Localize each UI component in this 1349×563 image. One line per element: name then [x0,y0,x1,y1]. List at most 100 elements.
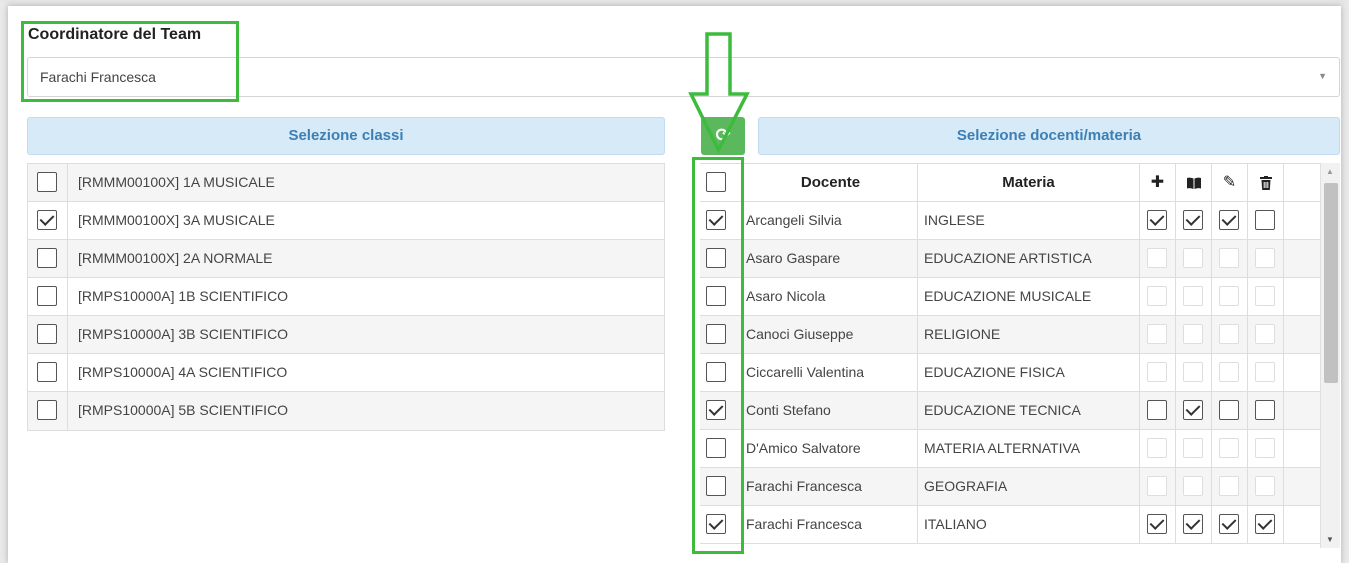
class-checkbox[interactable] [37,210,57,230]
column-header-docente[interactable]: Docente [744,164,918,201]
teacher-row[interactable]: Asaro Nicola EDUCAZIONE MUSICALE [700,278,1320,316]
teacher-select-cell [700,202,744,239]
perm-cell-read [1176,468,1212,505]
teacher-select-checkbox[interactable] [706,286,726,306]
perm-cell-edit [1212,468,1248,505]
refresh-button[interactable]: ⟳ [701,117,745,155]
perm-cell-delete [1248,202,1284,239]
teacher-row[interactable]: Canoci Giuseppe RELIGIONE [700,316,1320,354]
teacher-name: Conti Stefano [744,392,918,429]
perm-edit-checkbox[interactable] [1219,400,1239,420]
select-all-checkbox[interactable] [706,172,726,192]
class-row[interactable]: [RMMM00100X] 1A MUSICALE [28,164,664,202]
class-checkbox[interactable] [37,172,57,192]
class-checkbox[interactable] [37,248,57,268]
perm-cell-add [1140,506,1176,543]
teacher-subject: ITALIANO [918,506,1140,543]
scroll-down-icon[interactable]: ▼ [1326,535,1334,544]
perm-cell-edit [1212,316,1248,353]
class-checkbox-cell [28,164,68,201]
perm-add-checkbox [1147,324,1167,344]
teacher-subject: EDUCAZIONE FISICA [918,354,1140,391]
classes-header: Selezione classi [27,117,665,155]
class-checkbox[interactable] [37,324,57,344]
class-row[interactable]: [RMPS10000A] 5B SCIENTIFICO [28,392,664,430]
teacher-select-checkbox[interactable] [706,514,726,534]
perm-cell-delete [1248,506,1284,543]
perm-cell-edit [1212,278,1248,315]
perm-cell-edit [1212,392,1248,429]
teacher-select-checkbox[interactable] [706,248,726,268]
perm-cell-add [1140,202,1176,239]
teacher-select-checkbox[interactable] [706,210,726,230]
class-label: [RMMM00100X] 2A NORMALE [78,250,273,266]
plus-icon: ✚ [1140,164,1176,201]
teachers-scrollbar[interactable]: ▲ ▼ [1320,163,1340,548]
select-all-cell [700,164,744,201]
perm-cell-read [1176,392,1212,429]
class-row[interactable]: [RMPS10000A] 4A SCIENTIFICO [28,354,664,392]
perm-cell-delete [1248,354,1284,391]
perm-delete-checkbox [1255,476,1275,496]
class-row[interactable]: [RMPS10000A] 1B SCIENTIFICO [28,278,664,316]
class-checkbox-cell [28,240,68,277]
class-checkbox-cell [28,202,68,239]
perm-cell-read [1176,202,1212,239]
teacher-select-cell [700,278,744,315]
perm-add-checkbox[interactable] [1147,514,1167,534]
scrollbar-thumb[interactable] [1324,183,1338,383]
class-row[interactable]: [RMMM00100X] 2A NORMALE [28,240,664,278]
teacher-select-cell [700,316,744,353]
perm-edit-checkbox[interactable] [1219,514,1239,534]
perm-delete-checkbox[interactable] [1255,210,1275,230]
teacher-row[interactable]: Farachi Francesca GEOGRAFIA [700,468,1320,506]
teacher-select-cell [700,468,744,505]
perm-cell-delete [1248,316,1284,353]
class-checkbox[interactable] [37,286,57,306]
class-checkbox-cell [28,354,68,391]
teacher-name: Ciccarelli Valentina [744,354,918,391]
perm-edit-checkbox[interactable] [1219,210,1239,230]
perm-cell-add [1140,240,1176,277]
scroll-up-icon[interactable]: ▲ [1326,167,1334,176]
teacher-row[interactable]: Arcangeli Silvia INGLESE [700,202,1320,240]
teacher-name: Canoci Giuseppe [744,316,918,353]
perm-cell-add [1140,354,1176,391]
teacher-row[interactable]: Asaro Gaspare EDUCAZIONE ARTISTICA [700,240,1320,278]
perm-read-checkbox[interactable] [1183,210,1203,230]
teacher-name: Farachi Francesca [744,506,918,543]
perm-cell-read [1176,240,1212,277]
perm-delete-checkbox[interactable] [1255,514,1275,534]
perm-add-checkbox [1147,362,1167,382]
class-checkbox-cell [28,316,68,353]
column-header-materia[interactable]: Materia [918,164,1140,201]
class-checkbox[interactable] [37,362,57,382]
perm-read-checkbox [1183,476,1203,496]
perm-read-checkbox [1183,248,1203,268]
teacher-row[interactable]: Ciccarelli Valentina EDUCAZIONE FISICA [700,354,1320,392]
perm-delete-checkbox [1255,362,1275,382]
perm-delete-checkbox[interactable] [1255,400,1275,420]
teacher-select-checkbox[interactable] [706,362,726,382]
teacher-select-checkbox[interactable] [706,324,726,344]
class-row[interactable]: [RMMM00100X] 3A MUSICALE [28,202,664,240]
perm-add-checkbox [1147,286,1167,306]
class-checkbox-cell [28,392,68,430]
perm-cell-edit [1212,202,1248,239]
teacher-select-checkbox[interactable] [706,476,726,496]
teacher-subject: EDUCAZIONE ARTISTICA [918,240,1140,277]
teacher-row[interactable]: Farachi Francesca ITALIANO [700,506,1320,544]
perm-add-checkbox[interactable] [1147,210,1167,230]
perm-read-checkbox[interactable] [1183,514,1203,534]
perm-add-checkbox[interactable] [1147,400,1167,420]
class-row[interactable]: [RMPS10000A] 3B SCIENTIFICO [28,316,664,354]
perm-cell-delete [1248,392,1284,429]
perm-read-checkbox[interactable] [1183,400,1203,420]
teacher-row[interactable]: D'Amico Salvatore MATERIA ALTERNATIVA [700,430,1320,468]
coordinator-select[interactable]: Farachi Francesca ▼ [27,57,1340,97]
teacher-row[interactable]: Conti Stefano EDUCAZIONE TECNICA [700,392,1320,430]
teacher-select-checkbox[interactable] [706,400,726,420]
teacher-select-checkbox[interactable] [706,438,726,458]
class-checkbox[interactable] [37,400,57,420]
coordinator-value: Farachi Francesca [40,69,156,85]
